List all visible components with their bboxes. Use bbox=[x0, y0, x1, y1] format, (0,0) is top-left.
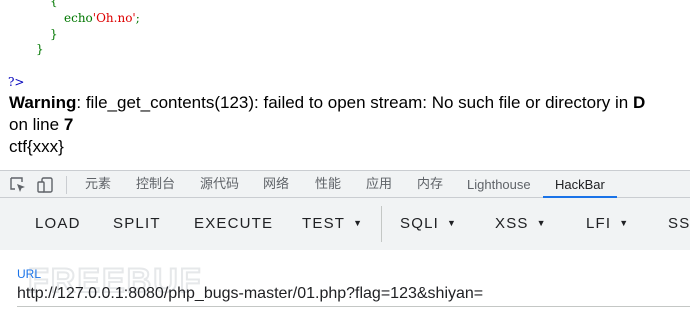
url-field-label: URL bbox=[17, 267, 42, 281]
sqli-dropdown-button[interactable]: SQLI ▼ bbox=[400, 198, 456, 250]
devtools-tab-bar: 元素 控制台 源代码 网络 性能 应用 内存 Lighthouse HackBa… bbox=[0, 170, 690, 198]
sqli-label: SQLI bbox=[400, 215, 439, 232]
tab-hackbar[interactable]: HackBar bbox=[543, 171, 617, 198]
inspect-element-icon[interactable] bbox=[9, 176, 27, 194]
lfi-dropdown-button[interactable]: LFI ▼ bbox=[586, 198, 628, 250]
code-echo-line: echo'Oh.no'; bbox=[64, 11, 140, 25]
tab-memory[interactable]: 内存 bbox=[417, 171, 443, 198]
warning-label: Warning bbox=[9, 93, 77, 112]
xss-dropdown-button[interactable]: XSS ▼ bbox=[495, 198, 546, 250]
code-brace-close-outer: } bbox=[36, 42, 44, 56]
tab-console[interactable]: 控制台 bbox=[136, 171, 175, 198]
chevron-down-icon: ▼ bbox=[536, 218, 546, 228]
warning-path-truncated: D bbox=[632, 93, 646, 112]
code-brace-open: { bbox=[50, 0, 58, 8]
toolbar-divider bbox=[381, 206, 382, 242]
chevron-down-icon: ▼ bbox=[353, 218, 363, 228]
url-input-underline bbox=[17, 306, 690, 307]
tab-application[interactable]: 应用 bbox=[366, 171, 392, 198]
test-label: TEST bbox=[302, 215, 346, 232]
line-prefix: on line bbox=[9, 115, 64, 134]
split-button[interactable]: SPLIT bbox=[113, 198, 161, 250]
source-code-block: { echo'Oh.no'; } } bbox=[0, 0, 690, 78]
xss-label: XSS bbox=[495, 215, 529, 232]
php-close-tag: ?> bbox=[8, 75, 25, 89]
tab-network[interactable]: 网络 bbox=[263, 171, 289, 198]
warning-message: Warning: file_get_contents(123): failed … bbox=[9, 93, 645, 113]
tab-performance[interactable]: 性能 bbox=[315, 171, 341, 198]
tab-elements[interactable]: 元素 bbox=[85, 171, 111, 198]
hackbar-toolbar: LOAD SPLIT EXECUTE TEST ▼ SQLI ▼ XSS ▼ LFI ▼… bbox=[0, 198, 690, 250]
device-toggle-icon[interactable] bbox=[36, 176, 54, 194]
ssti-dropdown-button[interactable]: SS bbox=[668, 198, 690, 250]
lfi-label: LFI bbox=[586, 215, 612, 232]
execute-button[interactable]: EXECUTE bbox=[194, 198, 273, 250]
warning-text: : file_get_contents(123): failed to open… bbox=[76, 93, 633, 112]
url-input[interactable]: http://127.0.0.1:8080/php_bugs-master/01… bbox=[17, 285, 483, 303]
devtools-panel: 元素 控制台 源代码 网络 性能 应用 内存 Lighthouse HackBa… bbox=[0, 170, 690, 312]
flag-output: ctf{xxx} bbox=[9, 137, 64, 156]
line-number: 7 bbox=[63, 115, 74, 134]
test-dropdown-button[interactable]: TEST ▼ bbox=[302, 198, 362, 250]
chevron-down-icon: ▼ bbox=[619, 218, 629, 228]
load-button[interactable]: LOAD bbox=[35, 198, 81, 250]
code-echo-string: echo'Oh.no'; bbox=[64, 11, 140, 25]
tab-lighthouse[interactable]: Lighthouse bbox=[467, 171, 531, 198]
code-brace-close: } bbox=[50, 27, 58, 41]
tab-sources[interactable]: 源代码 bbox=[200, 171, 239, 198]
warning-line-info: on line 7 bbox=[9, 115, 73, 135]
toolbar-divider bbox=[66, 176, 67, 194]
chevron-down-icon: ▼ bbox=[446, 218, 456, 228]
